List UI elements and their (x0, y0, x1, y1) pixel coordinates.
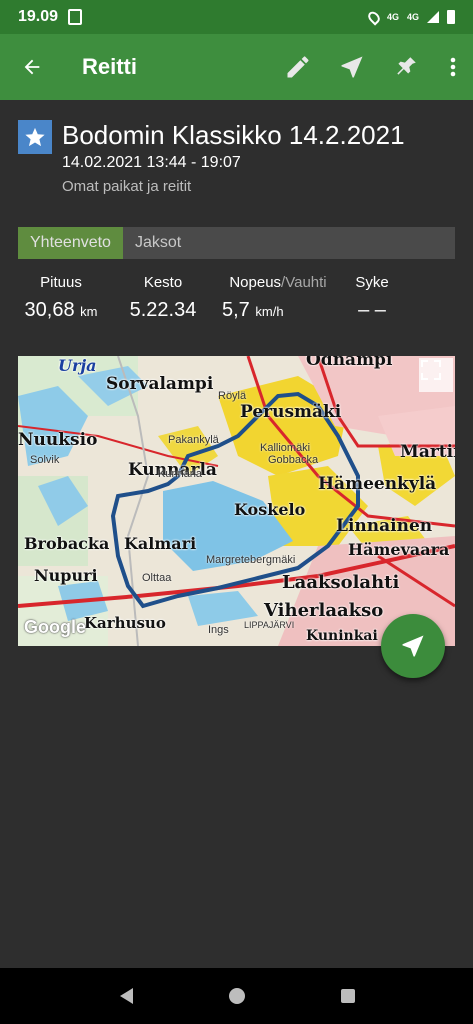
stat-heart-rate: Syke – – (348, 274, 396, 322)
pencil-icon (287, 56, 309, 78)
location-icon (365, 8, 383, 26)
system-nav-bar (0, 968, 473, 1024)
screenshot-icon (68, 9, 83, 25)
app-bar: Reitti (0, 34, 473, 100)
back-triangle-icon (119, 988, 133, 1004)
recents-square-icon (340, 989, 355, 1003)
map-label-odnampi: Odnämpi (306, 356, 393, 370)
map-label-kalmari: Kalmari (124, 534, 197, 553)
length-value: 30,68 (24, 299, 75, 321)
map-label-linnainen: Linnainen (336, 516, 433, 536)
stat-length: Pituus 30,68 km (18, 274, 104, 322)
map-label-nupuri: Nupuri (34, 566, 98, 585)
back-button[interactable] (0, 34, 64, 100)
stats-panel: Pituus 30,68 km Kesto 5.22.34 Nopeus/Vau… (18, 274, 455, 330)
map-label-hamevaara: Hämevaara (348, 540, 450, 559)
signal-icon (427, 11, 439, 23)
map-small-ings: Ings (208, 624, 229, 636)
system-recents-button[interactable] (328, 976, 368, 1016)
stat-duration: Kesto 5.22.34 (126, 274, 200, 322)
navigate-icon (341, 56, 363, 78)
map-small-pakankyla: Pakankylä (168, 434, 219, 446)
stat-length-value: 30,68 km (18, 299, 104, 322)
map-label-viherlaakso: Viherlaakso (264, 600, 384, 621)
map-small-solvik: Solvik (30, 454, 60, 466)
map-small-olttaa: Olttaa (142, 572, 172, 584)
tab-bar: Yhteenveto Jaksot (18, 227, 455, 259)
stat-speed-value: 5,7 km/h (220, 299, 336, 322)
map-label-hameenkyla: Hämeenkylä (318, 474, 437, 494)
tab-summary[interactable]: Yhteenveto (18, 227, 123, 259)
map-label-nuuksio: Nuuksio (18, 430, 98, 450)
status-time: 19.09 (18, 8, 59, 25)
map-label-laaksolahti: Laaksolahti (282, 572, 400, 593)
stat-speed: Nopeus/Vauhti 5,7 km/h (220, 274, 336, 322)
map-small-kunnarla: Kunnarla (158, 468, 203, 480)
page-title: Reitti (82, 54, 137, 79)
pin-icon (397, 57, 416, 75)
network-label: 4G (386, 12, 399, 22)
pin-button[interactable] (379, 34, 433, 100)
stat-heart-value: – – (358, 299, 386, 321)
map-label-sorvalampi: Sorvalampi (106, 374, 214, 394)
tab-segments[interactable]: Jaksot (123, 227, 193, 259)
route-title: Bodomin Klassikko 14.2.2021 (62, 120, 405, 150)
map-label-brobacka: Brobacka (24, 534, 110, 553)
fullscreen-icon (421, 360, 441, 380)
length-unit: km (80, 304, 98, 319)
stat-duration-label: Kesto (143, 274, 183, 291)
map-label-martin: Martin (400, 442, 455, 462)
navigate-button[interactable] (325, 34, 379, 100)
google-attribution: Google (24, 617, 86, 637)
favorite-badge[interactable] (18, 120, 52, 154)
speed-value: 5,7 (222, 299, 250, 321)
route-category: Omat paikat ja reitit (62, 178, 192, 195)
status-bar: 19.09 4G 4G (0, 0, 473, 34)
speed-unit: km/h (255, 304, 284, 319)
home-circle-icon (228, 988, 245, 1004)
more-button[interactable] (433, 34, 473, 100)
map-label-urja: Urja (58, 356, 97, 375)
map-small-royla: Röylä (218, 390, 247, 402)
more-vert-icon (450, 57, 456, 77)
map-label-kuninkai: Kuninkai (306, 628, 378, 644)
system-home-button[interactable] (217, 976, 257, 1016)
map-small-gobbacka: Gobbacka (268, 454, 319, 466)
map-label-koskelo: Koskelo (234, 500, 306, 519)
speed-label: Nopeus (229, 274, 282, 291)
edit-button[interactable] (271, 34, 325, 100)
map-expand-button[interactable] (419, 358, 453, 392)
map-small-kalliomaki: Kalliomäki (260, 442, 311, 454)
stat-length-label: Pituus (40, 274, 82, 291)
pace-label: /Vauhti (281, 274, 327, 291)
back-arrow-icon (24, 59, 40, 75)
navigate-fab[interactable] (381, 614, 445, 678)
star-icon (25, 127, 45, 147)
map-label-perusmaki: Perusmäki (240, 402, 342, 422)
stat-speed-label: Nopeus/Vauhti (220, 274, 336, 291)
map-small-lippajarvi: LIPPAJÄRVI (244, 620, 295, 630)
network-label-2: 4G (406, 12, 419, 22)
battery-icon (447, 10, 455, 24)
map-small-margretebergmaki: Margretebergmäki (206, 554, 296, 566)
route-time-range: 14.02.2021 13:44 - 19:07 (62, 154, 241, 171)
map-label-karhusuo: Karhusuo (84, 614, 166, 632)
status-icons: 4G 4G (365, 8, 455, 26)
route-map[interactable]: Urja Odnämpi Sorvalampi Perusmäki Nuuksi… (18, 356, 455, 646)
stat-heart-label: Syke (355, 274, 389, 291)
stat-duration-value: 5.22.34 (129, 299, 197, 321)
navigation-arrow-icon (402, 635, 424, 657)
system-back-button[interactable] (106, 976, 146, 1016)
